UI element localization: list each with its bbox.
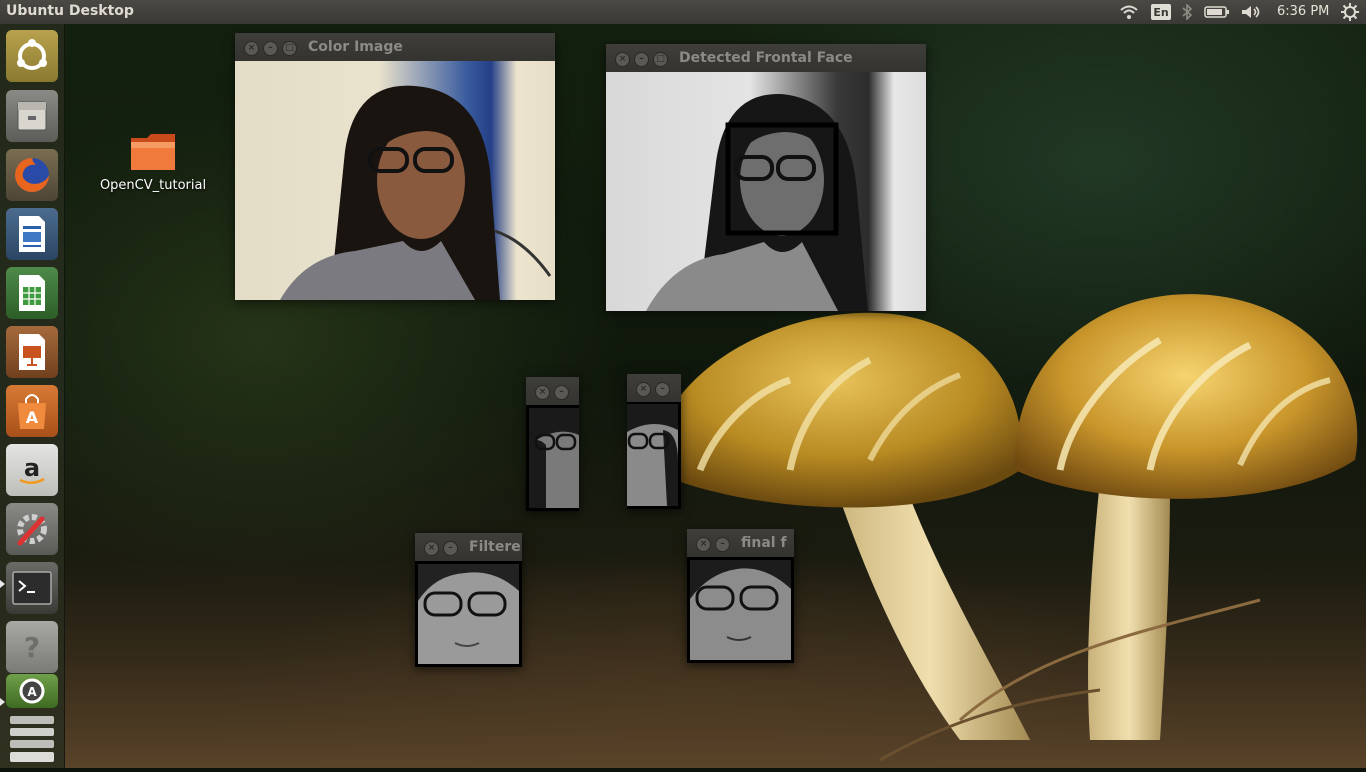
stack-icon <box>10 716 54 762</box>
svg-text:A: A <box>26 408 39 427</box>
window-title: Color Image <box>308 39 403 55</box>
minimize-icon[interactable]: – <box>634 52 649 67</box>
battery-icon[interactable] <box>1202 0 1232 24</box>
window-final-face[interactable]: × – final f <box>687 529 794 663</box>
close-icon[interactable]: × <box>535 385 550 400</box>
maximize-icon[interactable]: □ <box>653 52 668 67</box>
volume-icon[interactable] <box>1238 0 1264 24</box>
window-title: final f <box>741 535 787 551</box>
window-title: Detected Frontal Face <box>679 50 853 66</box>
minimize-icon[interactable]: – <box>263 41 278 56</box>
ubuntu-logo-icon <box>17 39 47 70</box>
close-icon[interactable]: × <box>615 52 630 67</box>
launcher-libreoffice-impress[interactable] <box>6 326 58 378</box>
window-titlebar[interactable]: × – <box>526 377 579 405</box>
panel-title: Ubuntu Desktop <box>6 3 134 19</box>
window-titlebar[interactable]: × – final f <box>687 529 794 557</box>
close-icon[interactable]: × <box>696 537 711 552</box>
settings-wrench-icon <box>17 514 47 546</box>
launcher-software-center[interactable]: A <box>6 385 58 437</box>
impress-icon <box>19 334 45 370</box>
launcher-terminal[interactable] <box>6 562 58 614</box>
close-icon[interactable]: × <box>424 541 439 556</box>
window-color-image[interactable]: × – □ Color Image <box>235 33 555 300</box>
webcam-color-frame <box>235 61 555 300</box>
face-crop-photo <box>627 404 678 506</box>
desktop-folder-opencv-tutorial[interactable]: OpenCV_tutorial <box>90 130 216 193</box>
launcher-libreoffice-writer[interactable] <box>6 208 58 260</box>
window-titlebar[interactable]: × – <box>627 374 681 402</box>
top-panel: Ubuntu Desktop En 6:36 PM <box>0 0 1366 24</box>
svg-text:a: a <box>24 454 40 482</box>
file-cabinet-icon <box>17 101 47 131</box>
minimize-icon[interactable]: – <box>655 382 670 397</box>
launcher-help[interactable]: ? <box>6 621 58 673</box>
folder-icon <box>131 134 175 170</box>
terminal-icon <box>12 571 52 605</box>
close-icon[interactable]: × <box>636 382 651 397</box>
launcher-files[interactable] <box>6 90 58 142</box>
launcher-amazon[interactable]: a <box>6 444 58 496</box>
firefox-icon <box>15 158 49 192</box>
minimize-icon[interactable]: – <box>554 385 569 400</box>
window-face-crop-right[interactable]: × – <box>627 374 681 509</box>
amazon-icon: a <box>19 454 45 484</box>
minimize-icon[interactable]: – <box>443 541 458 556</box>
detected-face-frame <box>606 72 926 311</box>
face-crop-frame <box>627 402 681 509</box>
help-icon: ? <box>24 631 40 664</box>
running-indicator <box>0 580 5 588</box>
bluetooth-icon[interactable] <box>1178 0 1196 24</box>
launcher-libreoffice-calc[interactable] <box>6 267 58 319</box>
svg-text:?: ? <box>24 631 40 664</box>
window-filtered-face[interactable]: × – Filtere <box>415 533 522 667</box>
window-titlebar[interactable]: × – □ Detected Frontal Face <box>606 44 926 72</box>
window-titlebar[interactable]: × – Filtere <box>415 533 522 561</box>
window-detected-frontal-face[interactable]: × – □ Detected Frontal Face <box>606 44 926 311</box>
keyboard-layout-label: En <box>1151 4 1171 20</box>
active-indicator <box>0 698 5 706</box>
panel-clock[interactable]: 6:36 PM <box>1277 4 1329 19</box>
unity-launcher: A a ? A <box>0 24 65 768</box>
face-crop-photo <box>529 408 579 508</box>
launcher-system-settings[interactable] <box>6 503 58 555</box>
keyboard-layout-indicator[interactable]: En <box>1150 0 1172 24</box>
calc-icon <box>19 275 45 311</box>
filtered-face-frame <box>415 561 522 667</box>
desktop-folder-label: OpenCV_tutorial <box>99 178 207 193</box>
window-titlebar[interactable]: × – □ Color Image <box>235 33 555 61</box>
window-face-crop-left[interactable]: × – <box>526 377 579 511</box>
final-face-frame <box>687 557 794 663</box>
maximize-icon[interactable]: □ <box>282 41 297 56</box>
person-photo <box>280 85 552 300</box>
shopping-bag-icon: A <box>18 394 46 429</box>
minimize-icon[interactable]: – <box>715 537 730 552</box>
settings-cog-icon[interactable] <box>1338 0 1362 24</box>
person-photo-grayscale <box>646 93 868 311</box>
final-face-photo <box>690 560 791 660</box>
launcher-dash-home[interactable] <box>6 30 58 82</box>
wifi-icon[interactable] <box>1118 0 1140 24</box>
close-icon[interactable]: × <box>244 41 259 56</box>
writer-icon <box>19 216 45 252</box>
svg-text:A: A <box>27 685 37 699</box>
launcher-software-updater[interactable]: A <box>6 674 58 708</box>
launcher-workspace-stack[interactable] <box>6 714 58 764</box>
face-crop-frame <box>526 405 579 511</box>
window-title: Filtere <box>469 539 521 555</box>
launcher-firefox[interactable] <box>6 149 58 201</box>
filtered-face-photo <box>418 564 519 664</box>
updater-icon: A <box>19 678 45 704</box>
